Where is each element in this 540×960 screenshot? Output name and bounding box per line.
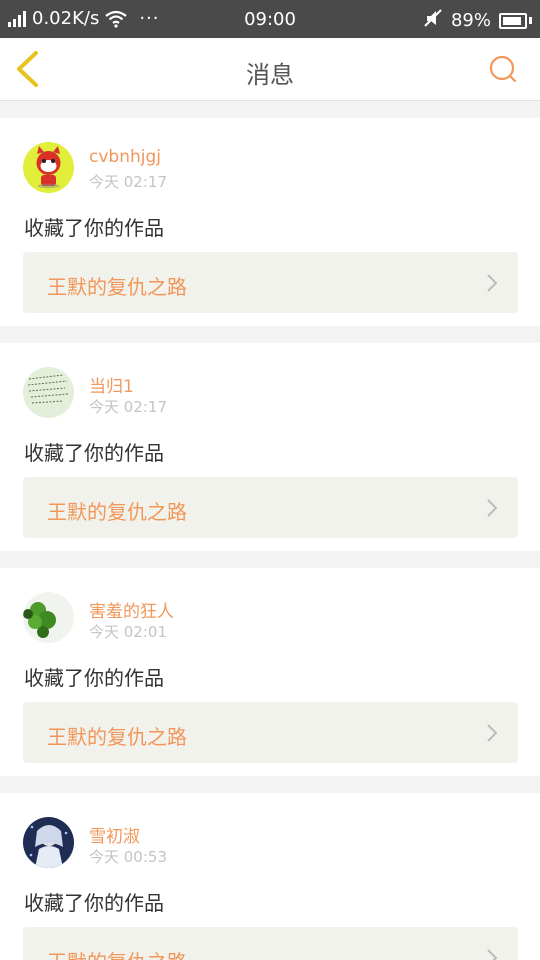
message-card: 害羞的狂人 今天 02:01 收藏了你的作品 王默的复仇之路 — [0, 568, 540, 776]
work-link[interactable]: 王默的复仇之路 — [23, 477, 518, 538]
action-text: 收藏了你的作品 — [24, 666, 164, 690]
battery-nub — [529, 17, 532, 24]
user-name[interactable]: 当归1 — [89, 372, 134, 397]
battery-icon — [499, 12, 527, 29]
status-right: 89% — [423, 8, 532, 33]
search-icon — [489, 55, 517, 83]
avatar[interactable] — [23, 367, 74, 418]
user-name[interactable]: cvbnhjgj — [89, 147, 161, 167]
message-time: 今天 02:01 — [89, 623, 167, 641]
user-name[interactable]: 害羞的狂人 — [89, 597, 174, 622]
message-time: 今天 02:17 — [89, 398, 167, 416]
message-card: 雪初淑 今天 00:53 收藏了你的作品 王默的复仇之路 — [0, 793, 540, 960]
user-name[interactable]: 雪初淑 — [89, 822, 140, 847]
chevron-right-icon — [487, 274, 498, 292]
avatar[interactable] — [23, 592, 74, 643]
action-text: 收藏了你的作品 — [24, 441, 164, 465]
work-title: 王默的复仇之路 — [47, 946, 187, 960]
avatar[interactable] — [23, 817, 74, 868]
action-text: 收藏了你的作品 — [24, 891, 164, 915]
work-link[interactable]: 王默的复仇之路 — [23, 702, 518, 763]
battery-percent: 89% — [450, 10, 491, 31]
work-link[interactable]: 王默的复仇之路 — [23, 252, 518, 313]
message-card: cvbnhjgj 今天 02:17 收藏了你的作品 王默的复仇之路 — [0, 118, 540, 326]
avatar[interactable] — [23, 142, 74, 193]
page-title: 消息 — [246, 61, 294, 89]
work-link[interactable]: 王默的复仇之路 — [23, 927, 518, 960]
mute-icon — [423, 8, 443, 33]
chevron-right-icon — [487, 949, 498, 960]
app-header: 消息 — [0, 38, 540, 101]
chevron-right-icon — [487, 499, 498, 517]
chevron-right-icon — [487, 724, 498, 742]
status-bar: 0.02K/s ··· 09:00 89% — [0, 0, 540, 38]
message-card: 当归1 今天 02:17 收藏了你的作品 王默的复仇之路 — [0, 343, 540, 551]
action-text: 收藏了你的作品 — [24, 216, 164, 240]
search-button[interactable] — [488, 54, 518, 84]
message-time: 今天 02:17 — [89, 173, 167, 191]
work-title: 王默的复仇之路 — [47, 275, 187, 299]
message-list: cvbnhjgj 今天 02:17 收藏了你的作品 王默的复仇之路 当归1 今天… — [0, 101, 540, 960]
work-title: 王默的复仇之路 — [47, 725, 187, 749]
work-title: 王默的复仇之路 — [47, 500, 187, 524]
message-time: 今天 00:53 — [89, 848, 167, 866]
